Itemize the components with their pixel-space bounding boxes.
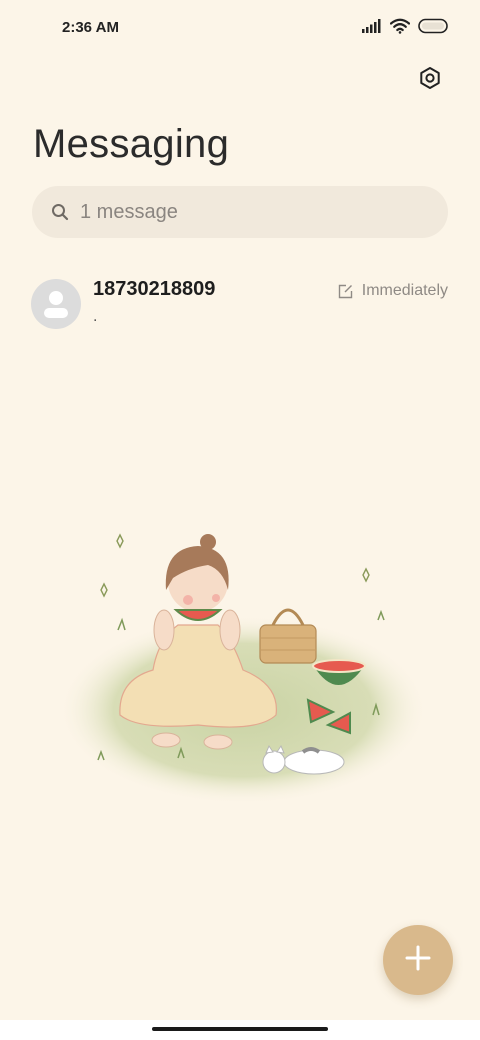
- navigation-bar: [0, 1020, 480, 1040]
- conversation-snippet: .: [93, 308, 98, 325]
- home-indicator[interactable]: [152, 1027, 328, 1031]
- search-bar[interactable]: [32, 186, 448, 238]
- settings-button[interactable]: [412, 62, 448, 98]
- wifi-icon: [389, 18, 411, 39]
- signal-icon: [362, 18, 382, 38]
- search-icon: [50, 202, 70, 222]
- status-icons: [362, 18, 450, 38]
- contact-avatar-icon: [31, 279, 81, 329]
- conversation-time-label: Immediately: [361, 282, 448, 299]
- status-bar: 2:36 AM: [0, 0, 480, 56]
- settings-hexagon-icon: [418, 66, 442, 95]
- plus-icon: [403, 943, 433, 978]
- status-time: 2:36 AM: [62, 19, 119, 36]
- battery-icon: [418, 18, 450, 39]
- conversation-item[interactable]: 18730218809 . Immediately: [0, 262, 480, 346]
- conversation-time: Immediately: [338, 282, 448, 300]
- new-message-button[interactable]: [383, 925, 453, 995]
- conversation-name: 18730218809: [93, 278, 216, 300]
- search-input[interactable]: [80, 200, 420, 224]
- draft-icon: [338, 283, 354, 299]
- page-title: Messaging: [33, 122, 230, 166]
- picnic-girl-watermelon-cat-illustration: [58, 520, 428, 810]
